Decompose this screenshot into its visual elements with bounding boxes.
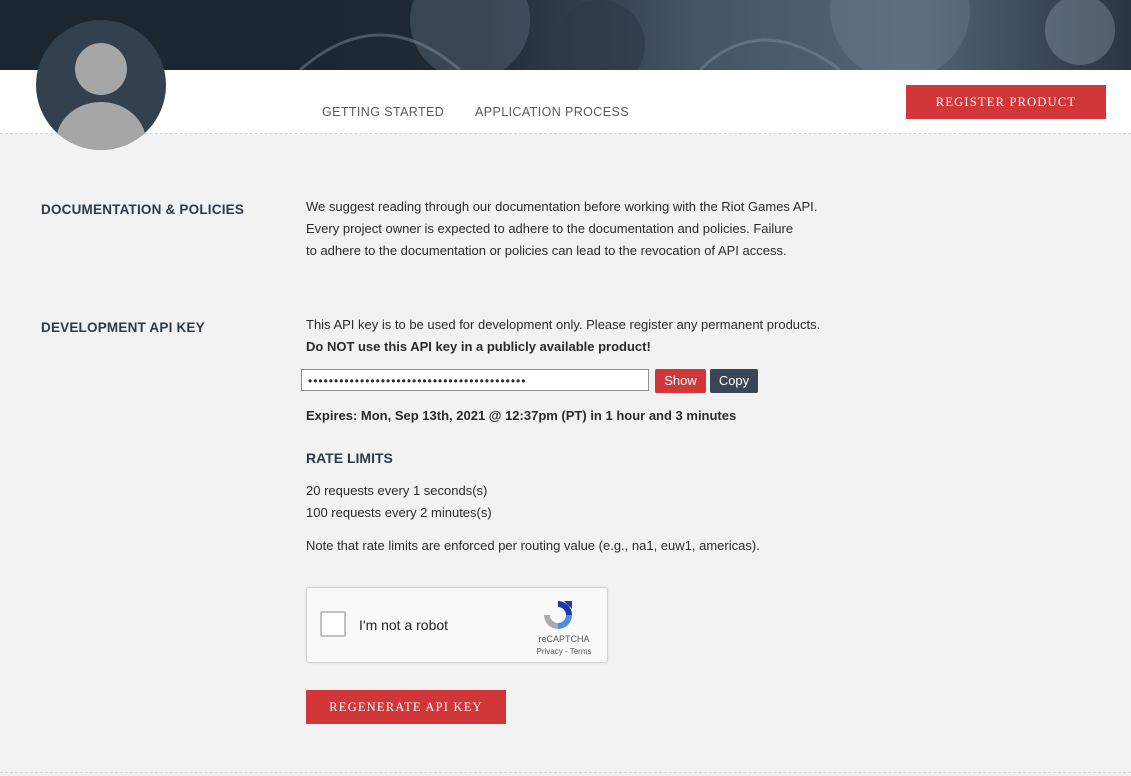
footer-divider <box>0 772 1131 773</box>
recaptcha-brand: reCAPTCHA <box>538 634 590 644</box>
recaptcha-logo-icon <box>544 601 572 629</box>
regenerate-api-key-button[interactable]: REGENERATE API KEY <box>306 690 506 724</box>
nav-application-process[interactable]: APPLICATION PROCESS <box>475 105 629 119</box>
api-key-expiry: Expires: Mon, Sep 13th, 2021 @ 12:37pm (… <box>306 408 737 423</box>
register-product-button[interactable]: REGISTER PRODUCT <box>906 85 1106 119</box>
avatar-head-shape <box>75 43 127 95</box>
documentation-line: Every project owner is expected to adher… <box>306 221 794 236</box>
show-key-button[interactable]: Show <box>655 369 706 393</box>
recaptcha-widget: I'm not a robot reCAPTCHA Privacy - Term… <box>306 587 608 663</box>
recaptcha-checkbox[interactable] <box>320 611 346 637</box>
api-key-input[interactable]: ••••••••••••••••••••••••••••••••••••••••… <box>301 369 649 391</box>
documentation-line: We suggest reading through our documenta… <box>306 199 818 214</box>
avatar-body-shape <box>56 102 146 150</box>
recaptcha-label: I'm not a robot <box>359 617 449 633</box>
recaptcha-privacy-terms[interactable]: Privacy - Terms <box>529 647 599 656</box>
nav-getting-started[interactable]: GETTING STARTED <box>322 105 444 119</box>
header-banner <box>0 0 1131 70</box>
documentation-text: We suggest reading through our documenta… <box>306 196 817 262</box>
section-title-documentation: DOCUMENTATION & POLICIES <box>41 202 245 217</box>
avatar[interactable] <box>36 20 166 150</box>
rate-limit-list: 20 requests every 1 seconds(s) 100 reque… <box>306 480 492 524</box>
rate-limits-heading: RATE LIMITS <box>306 450 393 466</box>
api-key-warning: Do NOT use this API key in a publicly av… <box>306 339 651 354</box>
api-key-intro: This API key is to be used for developme… <box>306 317 821 332</box>
copy-key-button[interactable]: Copy <box>710 369 758 393</box>
rate-limit-note: Note that rate limits are enforced per r… <box>306 538 760 553</box>
rate-limit-item: 20 requests every 1 seconds(s) <box>306 483 488 498</box>
banner-artwork <box>0 0 1131 70</box>
section-title-api-key: DEVELOPMENT API KEY <box>41 320 205 335</box>
rate-limit-item: 100 requests every 2 minutes(s) <box>306 505 492 520</box>
documentation-line: to adhere to the documentation or polici… <box>306 243 787 258</box>
